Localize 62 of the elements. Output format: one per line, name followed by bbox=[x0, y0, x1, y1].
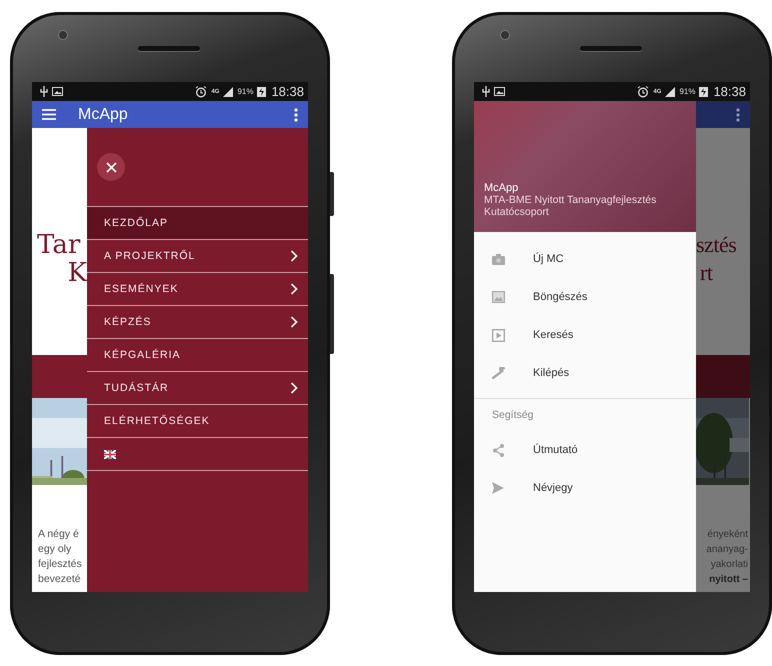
battery-icon bbox=[699, 86, 708, 97]
app-title: McApp bbox=[78, 106, 129, 124]
chevron-right-icon bbox=[290, 250, 298, 262]
status-time: 18:38 bbox=[713, 84, 746, 99]
heading-band bbox=[696, 355, 750, 398]
drawer-item[interactable]: Útmutató bbox=[474, 431, 696, 469]
camera-icon bbox=[492, 254, 505, 264]
drawer-item[interactable]: Keresés bbox=[474, 316, 696, 354]
body-text: yakorlati bbox=[710, 558, 748, 572]
play-icon bbox=[492, 328, 505, 342]
image-icon bbox=[52, 87, 63, 96]
menu-item[interactable]: ELÉRHETŐSÉGEK bbox=[87, 405, 308, 438]
body-text: bevezeté bbox=[38, 572, 82, 587]
wrench-icon bbox=[492, 367, 508, 379]
body-text: ényeként bbox=[706, 528, 748, 542]
drawer-item[interactable]: Névjegy bbox=[474, 469, 696, 507]
menu-item[interactable]: A PROJEKTRŐL bbox=[87, 240, 308, 273]
body-text: egy oly bbox=[38, 542, 72, 557]
more-icon[interactable] bbox=[736, 108, 740, 122]
menu-item[interactable]: KEZDŐLAP bbox=[87, 207, 308, 240]
status-time: 18:38 bbox=[271, 84, 304, 99]
body-text: ananyag- bbox=[705, 543, 748, 557]
page-heading: Tar bbox=[36, 230, 82, 258]
chevron-right-icon bbox=[290, 283, 298, 295]
image-icon bbox=[494, 87, 505, 96]
menu-icon[interactable] bbox=[42, 109, 56, 120]
share-icon bbox=[492, 444, 505, 456]
menu-item[interactable]: KÉPZÉS bbox=[87, 306, 308, 339]
battery-icon bbox=[257, 86, 266, 97]
alarm-icon bbox=[637, 86, 650, 98]
close-icon bbox=[106, 162, 116, 172]
page-heading: sztés bbox=[696, 230, 738, 258]
drawer-title: McApp bbox=[484, 182, 520, 194]
body-text: A négy é bbox=[38, 527, 80, 542]
menu-item[interactable]: ESEMÉNYEK bbox=[87, 273, 308, 306]
drawer-subtitle: MTA-BME Nyitott Tananyagfejlesztés Kutatócsoport bbox=[484, 194, 658, 218]
drawer-item[interactable]: Böngészés bbox=[474, 278, 696, 316]
send-icon bbox=[492, 482, 504, 494]
battery-percent: 91% bbox=[237, 87, 254, 96]
chevron-right-icon bbox=[290, 382, 298, 394]
image-icon bbox=[492, 291, 505, 303]
section-title: Segítség bbox=[491, 408, 534, 423]
drawer-item[interactable]: Új MC bbox=[474, 240, 696, 278]
signal-icon bbox=[223, 86, 234, 96]
page-heading: K bbox=[66, 258, 87, 286]
signal-icon bbox=[665, 86, 676, 96]
speaker-grille bbox=[138, 46, 200, 51]
alarm-icon bbox=[195, 86, 208, 98]
speaker-grille bbox=[580, 46, 642, 51]
body-text: nyitott – bbox=[708, 573, 748, 587]
usb-icon bbox=[40, 86, 48, 97]
chevron-right-icon bbox=[290, 316, 298, 328]
page-heading: rt bbox=[699, 258, 714, 286]
battery-percent: 91% bbox=[679, 87, 696, 96]
usb-icon bbox=[482, 86, 490, 97]
drawer-item[interactable]: Kilépés bbox=[474, 354, 696, 392]
flag-icon bbox=[104, 450, 116, 458]
menu-item[interactable]: KÉPGALÉRIA bbox=[87, 339, 308, 372]
menu-item[interactable]: TUDÁSTÁR bbox=[87, 372, 308, 405]
more-icon[interactable] bbox=[294, 108, 298, 122]
body-text: fejlesztés bbox=[38, 557, 83, 572]
close-button[interactable] bbox=[97, 153, 125, 181]
